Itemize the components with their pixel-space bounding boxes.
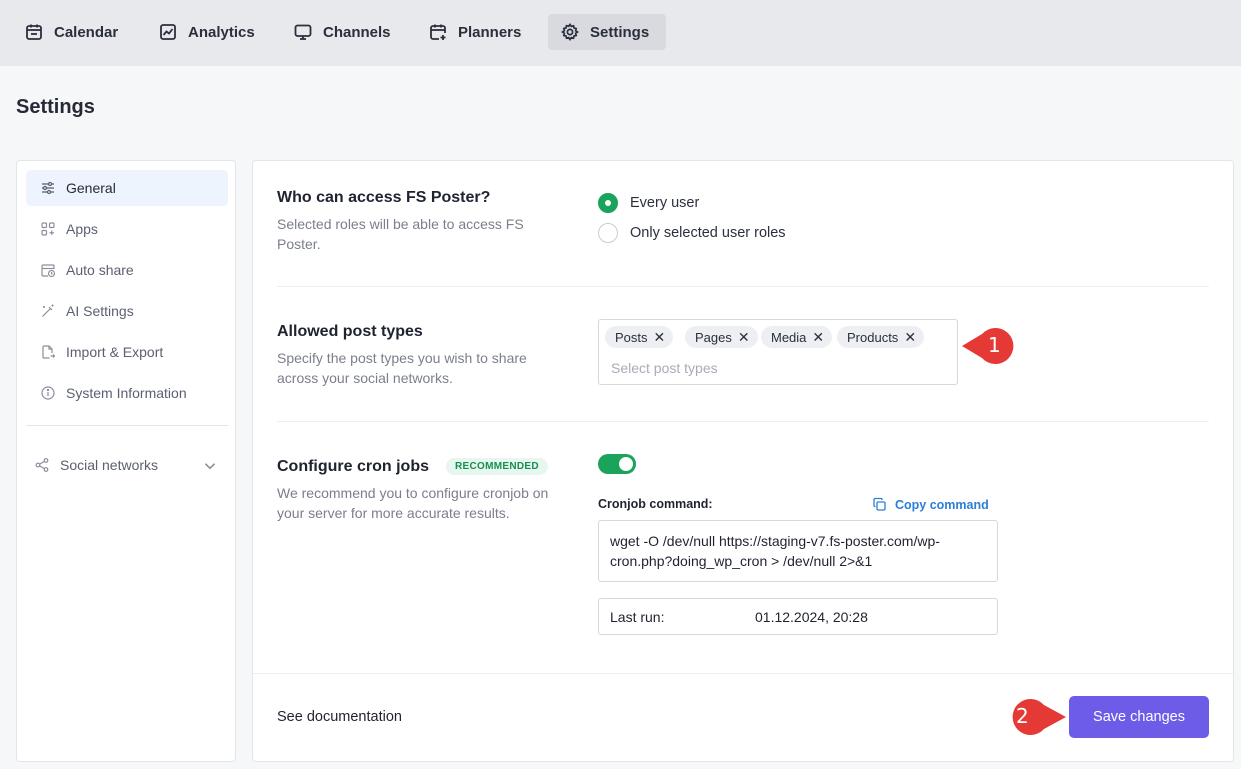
last-run-label: Last run:	[610, 609, 665, 625]
copy-command-button[interactable]: Copy command	[872, 497, 989, 512]
copy-command-label: Copy command	[895, 497, 989, 512]
post-types-title: Allowed post types	[277, 323, 423, 340]
general-settings-panel: Who can access FS Poster? Selected roles…	[252, 160, 1234, 762]
tag-label: Pages	[695, 329, 732, 345]
settings-sidebar: General Apps Auto share AI Settings Impo…	[16, 160, 236, 762]
tag-label: Media	[771, 329, 807, 345]
info-icon	[41, 386, 55, 400]
chart-icon	[160, 24, 176, 40]
remove-tag-icon[interactable]: ✕	[812, 329, 824, 346]
apps-grid-icon	[41, 222, 55, 236]
cron-title: Configure cron jobs	[277, 458, 429, 475]
magic-wand-icon	[42, 304, 54, 317]
tag-products: Products ✕	[837, 326, 925, 348]
sidebar-item-ai-settings[interactable]: AI Settings	[26, 293, 228, 329]
tag-pages: Pages ✕	[685, 326, 758, 348]
sidebar-item-label: AI Settings	[66, 303, 134, 319]
annotation-number-1: 1	[988, 333, 1001, 357]
tab-planners-label: Planners	[458, 23, 522, 41]
sidebar-item-label: Apps	[66, 221, 98, 237]
cronjob-command-field[interactable]: wget -O /dev/null https://staging-v7.fs-…	[598, 520, 998, 582]
monitor-icon	[294, 24, 312, 40]
sidebar-item-label: General	[66, 180, 116, 196]
tab-settings[interactable]: Settings	[548, 14, 666, 50]
chevron-down-icon	[204, 463, 216, 470]
tab-calendar-label: Calendar	[54, 23, 119, 41]
tag-label: Products	[847, 329, 899, 345]
sidebar-item-label: Import & Export	[66, 344, 164, 360]
save-changes-button[interactable]: Save changes	[1069, 696, 1209, 738]
tab-analytics[interactable]: Analytics	[146, 14, 267, 50]
sidebar-item-apps[interactable]: Apps	[26, 211, 228, 247]
sidebar-item-auto-share[interactable]: Auto share	[26, 252, 228, 288]
radio-label: Every user	[630, 195, 700, 211]
sidebar-item-label: System Information	[66, 385, 187, 401]
tag-posts: Posts ✕	[605, 326, 674, 348]
remove-tag-icon[interactable]: ✕	[904, 329, 916, 346]
access-title: Who can access FS Poster?	[277, 189, 491, 206]
share-icon	[35, 458, 49, 472]
access-description: Selected roles will be able to access FS…	[277, 216, 524, 252]
post-types-multiselect[interactable]: Posts ✕ Pages ✕ Media ✕ Products ✕ Selec…	[598, 319, 958, 385]
recommended-badge: RECOMMENDED	[446, 458, 548, 475]
sidebar-item-system-information[interactable]: System Information	[26, 375, 228, 411]
last-run-field: Last run: 01.12.2024, 20:28	[598, 598, 998, 635]
calendar-icon	[26, 24, 42, 40]
post-types-description: Specify the post types you wish to share…	[277, 350, 527, 386]
sidebar-item-social-networks[interactable]: Social networks	[26, 447, 228, 483]
tab-analytics-label: Analytics	[188, 23, 255, 41]
section-divider	[277, 421, 1209, 422]
cronjob-command-label: Cronjob command:	[598, 497, 713, 511]
see-documentation-link[interactable]: See documentation	[277, 709, 402, 725]
tag-media: Media ✕	[761, 326, 833, 348]
radio-label: Only selected user roles	[630, 225, 786, 241]
tab-planners[interactable]: Planners	[416, 14, 533, 50]
tab-calendar[interactable]: Calendar	[12, 14, 130, 50]
copy-icon	[873, 497, 886, 511]
sidebar-item-general[interactable]: General	[26, 170, 228, 206]
tag-label: Posts	[615, 329, 648, 345]
radio-button[interactable]	[598, 223, 618, 243]
annotation-number-2: 2	[1016, 704, 1029, 728]
section-divider	[277, 286, 1209, 287]
page-title: Settings	[16, 96, 95, 118]
top-navigation: Calendar Analytics Channels Planners Set…	[0, 0, 1241, 66]
file-export-icon	[42, 345, 56, 359]
cron-toggle[interactable]	[598, 454, 636, 474]
remove-tag-icon[interactable]: ✕	[654, 329, 666, 346]
radio-every-user[interactable]: Every user	[598, 193, 699, 213]
radio-button-checked[interactable]	[598, 193, 618, 213]
sidebar-item-label: Social networks	[60, 457, 159, 473]
remove-tag-icon[interactable]: ✕	[738, 329, 750, 346]
gear-icon	[560, 23, 580, 42]
last-run-value: 01.12.2024, 20:28	[755, 609, 868, 625]
sidebar-divider	[26, 425, 228, 426]
calendar-plus-icon	[430, 24, 446, 40]
tab-channels[interactable]: Channels	[281, 14, 403, 50]
sidebar-item-label: Auto share	[66, 262, 134, 278]
cron-description: We recommend you to configure cronjob on…	[277, 485, 549, 521]
sliders-icon	[42, 181, 54, 195]
tab-settings-label: Settings	[590, 23, 650, 41]
radio-selected-roles[interactable]: Only selected user roles	[598, 223, 786, 243]
tab-channels-label: Channels	[323, 23, 391, 41]
annotation-marker-2	[1012, 699, 1066, 735]
calendar-clock-icon	[41, 264, 56, 278]
sidebar-item-import-export[interactable]: Import & Export	[26, 334, 228, 370]
post-types-search-input[interactable]: Select post types	[611, 360, 718, 376]
footer-divider	[253, 673, 1233, 674]
